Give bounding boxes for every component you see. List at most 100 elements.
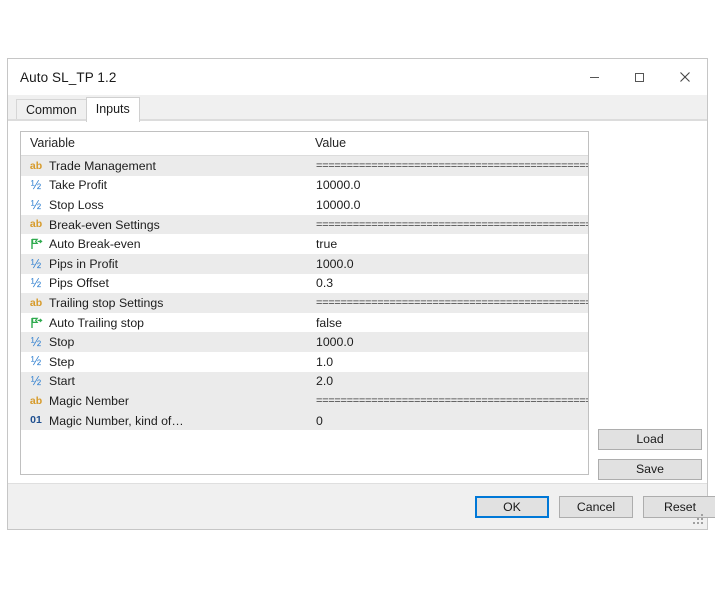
- variable-name: Trade Management: [49, 158, 156, 173]
- variable-name: Start: [49, 374, 75, 389]
- variable-cell[interactable]: ½ Take Profit: [21, 176, 306, 196]
- value-text: 0: [316, 413, 323, 428]
- table-row[interactable]: ½ Pips Offset 0.3: [21, 273, 588, 294]
- variable-cell[interactable]: ½ Start: [21, 372, 306, 392]
- variable-cell[interactable]: ab Magic Nember: [21, 391, 306, 411]
- close-button[interactable]: [662, 59, 707, 95]
- maximize-icon: [635, 72, 644, 82]
- table-row[interactable]: ½ Stop Loss 10000.0: [21, 195, 588, 215]
- value-separator: ========================================…: [316, 394, 588, 407]
- type-icon-double: ½: [30, 178, 42, 193]
- type-icon-double: ½: [30, 334, 42, 349]
- table-row[interactable]: Auto Break-even true: [21, 234, 588, 254]
- table-row[interactable]: ½ Stop 1000.0: [21, 332, 588, 352]
- value-separator: ========================================…: [316, 159, 588, 172]
- table-row[interactable]: ab Trailing stop Settings ================…: [21, 293, 588, 313]
- value-cell[interactable]: ========================================…: [306, 293, 588, 313]
- tab-inputs[interactable]: Inputs: [85, 97, 140, 122]
- variable-name: Pips Offset: [49, 276, 109, 291]
- value-cell[interactable]: ========================================…: [306, 156, 588, 176]
- table-row[interactable]: Auto Trailing stop false: [21, 312, 588, 333]
- variable-cell[interactable]: ab Break-even Settings: [21, 215, 306, 235]
- value-text: false: [316, 315, 342, 330]
- variable-cell[interactable]: Auto Break-even: [21, 234, 306, 254]
- content-pane: Variable Value ab Trade Management =======…: [8, 120, 715, 529]
- variable-cell[interactable]: ½ Stop Loss: [21, 195, 306, 215]
- window-controls: [572, 59, 707, 95]
- type-icon-double: ½: [30, 374, 42, 389]
- type-icon-integer: 01: [30, 414, 42, 427]
- value-text: 10000.0: [316, 178, 361, 193]
- variable-cell[interactable]: ½ Pips Offset: [21, 274, 306, 294]
- table-row[interactable]: ½ Pips in Profit 1000.0: [21, 253, 588, 274]
- value-text: 0.3: [316, 276, 334, 291]
- variable-name: Break-even Settings: [49, 217, 160, 232]
- ok-button[interactable]: OK: [475, 496, 549, 518]
- value-text: 1000.0: [316, 256, 354, 271]
- value-cell[interactable]: true: [306, 234, 588, 254]
- dialog-window: Auto SL_TP 1.2 Common Inputs Variable Va…: [7, 58, 715, 530]
- save-button[interactable]: Save: [598, 459, 702, 480]
- variable-name: Stop Loss: [49, 197, 104, 212]
- type-icon-double: ½: [30, 354, 42, 369]
- variable-cell[interactable]: ab Trailing stop Settings: [21, 293, 306, 313]
- variable-cell[interactable]: ½ Pips in Profit: [21, 254, 306, 274]
- value-cell[interactable]: 1000.0: [306, 254, 588, 274]
- type-icon-string: ab: [29, 159, 43, 172]
- reset-button[interactable]: Reset: [643, 496, 715, 518]
- minimize-icon: [590, 76, 599, 78]
- variable-name: Magic Nember: [49, 393, 129, 408]
- title-bar: Auto SL_TP 1.2: [8, 59, 707, 95]
- table-row[interactable]: 01 Magic Number, kind of… 0: [21, 410, 588, 431]
- value-cell[interactable]: 0: [306, 411, 588, 431]
- variable-cell[interactable]: ½ Step: [21, 352, 306, 372]
- resize-grip[interactable]: [692, 514, 704, 526]
- variable-name: Auto Break-even: [49, 237, 141, 252]
- value-cell[interactable]: 1.0: [306, 352, 588, 372]
- variable-name: Take Profit: [49, 178, 108, 193]
- variable-cell[interactable]: 01 Magic Number, kind of…: [21, 411, 306, 431]
- table-row[interactable]: ab Magic Nember ==========================…: [21, 391, 588, 411]
- value-cell[interactable]: 10000.0: [306, 176, 588, 196]
- variable-name: Step: [49, 354, 75, 369]
- column-header-variable: Variable: [30, 136, 75, 150]
- variable-cell[interactable]: ½ Stop: [21, 332, 306, 352]
- value-text: 10000.0: [316, 197, 361, 212]
- value-text: 1.0: [316, 354, 334, 369]
- inputs-grid: Variable Value ab Trade Management =======…: [20, 131, 589, 475]
- table-row[interactable]: ab Break-even Settings ===================…: [21, 214, 588, 235]
- type-icon-string: ab: [29, 218, 43, 231]
- type-icon-double: ½: [30, 197, 42, 212]
- variable-cell[interactable]: ab Trade Management: [21, 156, 306, 176]
- value-cell[interactable]: ========================================…: [306, 391, 588, 411]
- close-icon: [679, 72, 690, 82]
- table-row[interactable]: ½ Take Profit 10000.0: [21, 175, 588, 196]
- table-row[interactable]: ½ Start 2.0: [21, 371, 588, 392]
- type-icon-double: ½: [30, 276, 42, 291]
- variable-name: Pips in Profit: [49, 256, 119, 271]
- value-cell[interactable]: 2.0: [306, 372, 588, 392]
- cancel-button[interactable]: Cancel: [559, 496, 633, 518]
- tab-common[interactable]: Common: [16, 99, 87, 122]
- value-cell[interactable]: 10000.0: [306, 195, 588, 215]
- minimize-button[interactable]: [572, 59, 617, 95]
- value-cell[interactable]: false: [306, 313, 588, 333]
- variable-cell[interactable]: Auto Trailing stop: [21, 313, 306, 333]
- value-cell[interactable]: 0.3: [306, 274, 588, 294]
- load-button[interactable]: Load: [598, 429, 702, 450]
- value-cell[interactable]: 1000.0: [306, 332, 588, 352]
- value-cell[interactable]: ========================================…: [306, 215, 588, 235]
- table-row[interactable]: ½ Step 1.0: [21, 351, 588, 372]
- column-header-value: Value: [315, 136, 347, 150]
- table-row[interactable]: ab Trade Management ======================…: [21, 156, 588, 176]
- type-icon-boolean: [28, 317, 44, 329]
- variable-name: Stop: [49, 335, 75, 350]
- grid-header-row: Variable Value: [21, 132, 588, 156]
- value-text: true: [316, 237, 338, 252]
- footer-bar: OK Cancel Reset: [8, 483, 715, 529]
- variable-name: Auto Trailing stop: [49, 315, 145, 330]
- maximize-button[interactable]: [617, 59, 662, 95]
- variable-name: Magic Number, kind of…: [49, 413, 184, 428]
- type-icon-boolean: [28, 238, 44, 250]
- value-separator: ========================================…: [316, 218, 588, 231]
